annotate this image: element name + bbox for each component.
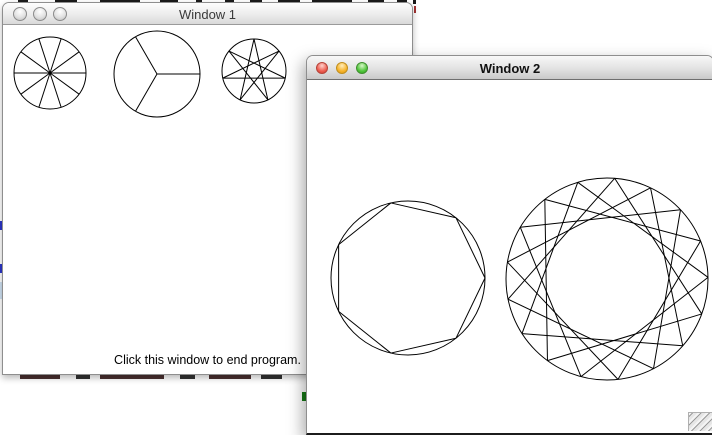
window-2[interactable]: Window 2 [306, 55, 712, 435]
window-2-drawing [307, 80, 711, 431]
desktop: { "colors": { "stroke": "#000000", "titl… [0, 0, 712, 435]
background-fragment [414, 6, 416, 13]
background-fragment [413, 0, 416, 4]
window-2-titlebar[interactable]: Window 2 [307, 56, 712, 80]
window-2-canvas[interactable] [307, 80, 712, 431]
window-1-title: Window 1 [3, 7, 412, 22]
window-1-titlebar[interactable]: Window 1 [3, 3, 412, 25]
resize-grip[interactable] [688, 412, 712, 431]
window-2-title: Window 2 [307, 61, 712, 76]
